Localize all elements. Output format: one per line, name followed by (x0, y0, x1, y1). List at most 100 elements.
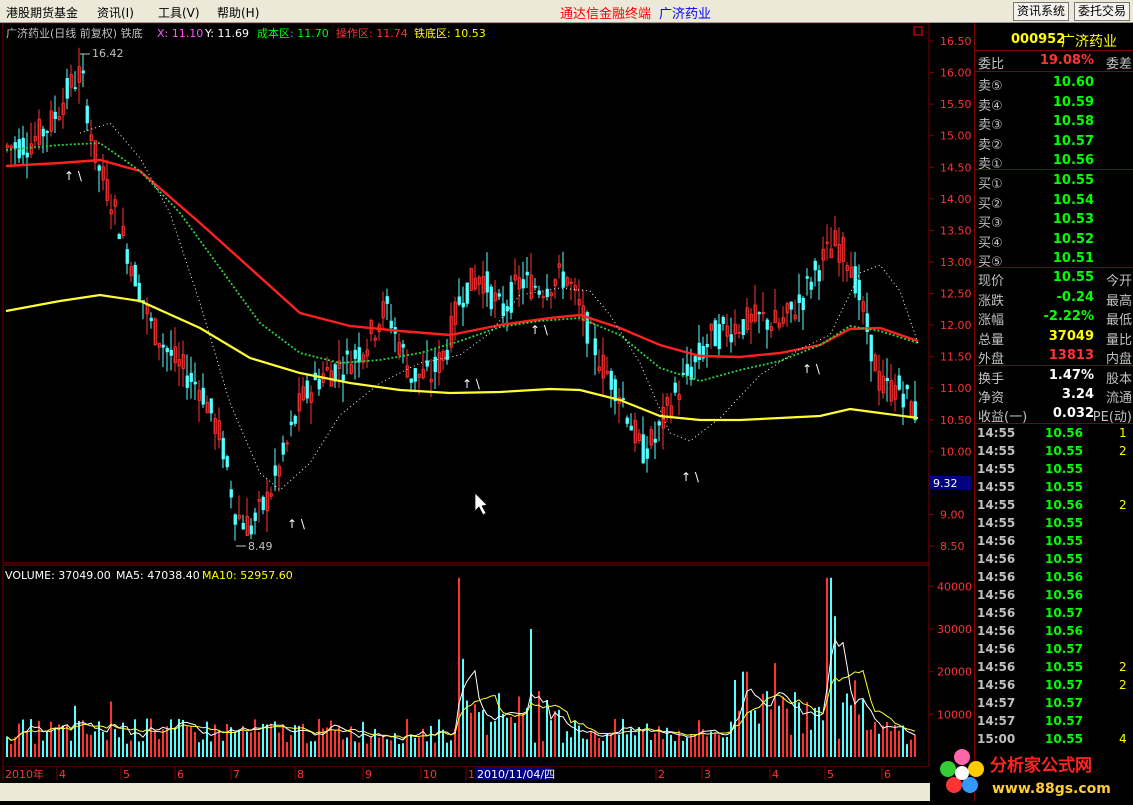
time-axis-label: 9 (365, 768, 372, 781)
volume-bar (642, 730, 644, 757)
candle-body (409, 378, 413, 383)
volume-bar (386, 739, 388, 757)
volume-bar (566, 731, 568, 757)
ask-row-label: 卖③ (978, 118, 1003, 133)
candle-body (249, 525, 253, 535)
volume-bar (850, 705, 852, 757)
ask-row-label: 卖② (978, 137, 1003, 153)
volume-bar (70, 740, 72, 757)
volume-bar (750, 711, 752, 757)
price-tick-label: 16.00 (940, 67, 972, 80)
volume-bar (662, 738, 664, 757)
candle-body (705, 343, 709, 348)
candle-body (117, 234, 121, 240)
candle-body (497, 293, 501, 297)
tick-row: 14:56 10.57 (975, 604, 1133, 622)
candle-body (533, 285, 537, 288)
tick-time: 14:55 (977, 516, 1016, 530)
time-axis-label: 2 (658, 768, 665, 781)
stat2-row-value: 0.032 (1052, 406, 1094, 421)
stat2-row-value: 1.47% (1048, 368, 1094, 383)
time-axis-label: 8 (297, 768, 304, 781)
tick-volume: 2 (1119, 498, 1127, 512)
volume-bar (822, 720, 824, 757)
volume-bar (478, 712, 480, 757)
volume-bar (470, 712, 472, 757)
volume-bar (862, 699, 864, 757)
candle-body (789, 301, 793, 310)
candle-body (461, 302, 465, 308)
watermark-logo: 分析家公式网 www.88gs.com (932, 745, 1132, 800)
time-axis-label: 3 (704, 768, 711, 781)
candle-body (465, 282, 469, 304)
volume-tick-label: 10000 (937, 708, 972, 721)
menu-item-help[interactable]: 帮助(H) (217, 4, 259, 21)
candle-body (621, 398, 625, 401)
volume-bar (518, 696, 520, 757)
candle-body (65, 77, 69, 99)
menu-item-info[interactable]: 资讯(I) (97, 4, 134, 21)
volume-bar (198, 742, 200, 757)
chart-panel[interactable]: 广济药业(日线 前复权) 铁底 X: 11.10 Y: 11.69 成本区: 1… (0, 22, 973, 768)
candle-body (717, 324, 721, 350)
volume-bar (754, 710, 756, 757)
volume-bar (142, 741, 144, 757)
volume-bar (294, 725, 296, 757)
tick-time: 14:55 (977, 426, 1016, 440)
price-tick-label: 15.00 (940, 130, 972, 143)
volume-bar (582, 738, 584, 757)
candle-body (41, 128, 45, 137)
flower-logo-icon (940, 749, 984, 793)
volume-bar (686, 737, 688, 757)
volume-bar (722, 737, 724, 757)
stat-row: 外盘 13813 内盘 (975, 347, 1133, 367)
ask-row: 卖③ 10.58 (975, 113, 1133, 133)
volume-bar (594, 731, 596, 757)
volume-bar (410, 734, 412, 757)
candle-body (21, 137, 25, 155)
volume-bar (278, 732, 280, 757)
volume-bar (914, 734, 916, 757)
volume-bar (714, 732, 716, 757)
bid-row: 买⑤ 10.51 (975, 250, 1133, 270)
volume-bar (114, 729, 116, 757)
volume-bar (462, 658, 464, 757)
kline-chart[interactable]: 广济药业(日线 前复权) 铁底 X: 11.10 Y: 11.69 成本区: 1… (0, 22, 973, 768)
tick-volume: 2 (1119, 678, 1127, 692)
trade-order-button[interactable]: 委托交易 (1074, 2, 1131, 21)
candle-body (53, 111, 57, 119)
candle-body (289, 421, 293, 426)
volume-bar (426, 741, 428, 757)
stat-row-label2: 最高 (1105, 293, 1132, 309)
volume-bar (910, 739, 912, 757)
volume-bar (898, 730, 900, 757)
price-tick-label: 8.50 (940, 540, 965, 553)
volume-bar (246, 731, 248, 757)
volume-bar (254, 719, 256, 757)
stat-row-label2: 今开 (1105, 274, 1132, 289)
volume-bar (610, 734, 612, 757)
volume-bar (498, 693, 500, 757)
info-system-button[interactable]: 资讯系统 (1013, 2, 1070, 21)
volume-bar (258, 731, 260, 757)
volume-bar (546, 699, 548, 757)
stat-row-value: 13813 (1048, 348, 1094, 363)
volume-bar (358, 742, 360, 757)
volume-bar (262, 723, 264, 757)
candle-body (625, 417, 629, 424)
candle-body (293, 415, 297, 424)
volume-bar (218, 731, 220, 757)
svg-text:↑ \: ↑ \ (681, 470, 700, 484)
ask-row-value: 10.59 (1052, 94, 1094, 110)
menu-item-tools[interactable]: 工具(V) (158, 4, 200, 21)
volume-bar (790, 734, 792, 757)
menu-item-hk-futures[interactable]: 港股期货基金 (6, 4, 78, 21)
candle-body (333, 364, 337, 382)
tick-time: 14:55 (977, 498, 1016, 512)
maximize-icon[interactable] (913, 26, 923, 36)
volume-bar (874, 721, 876, 757)
candle-body (25, 152, 29, 158)
volume-bar (690, 734, 692, 757)
candle-body (489, 286, 493, 310)
volume-bar (174, 727, 176, 757)
